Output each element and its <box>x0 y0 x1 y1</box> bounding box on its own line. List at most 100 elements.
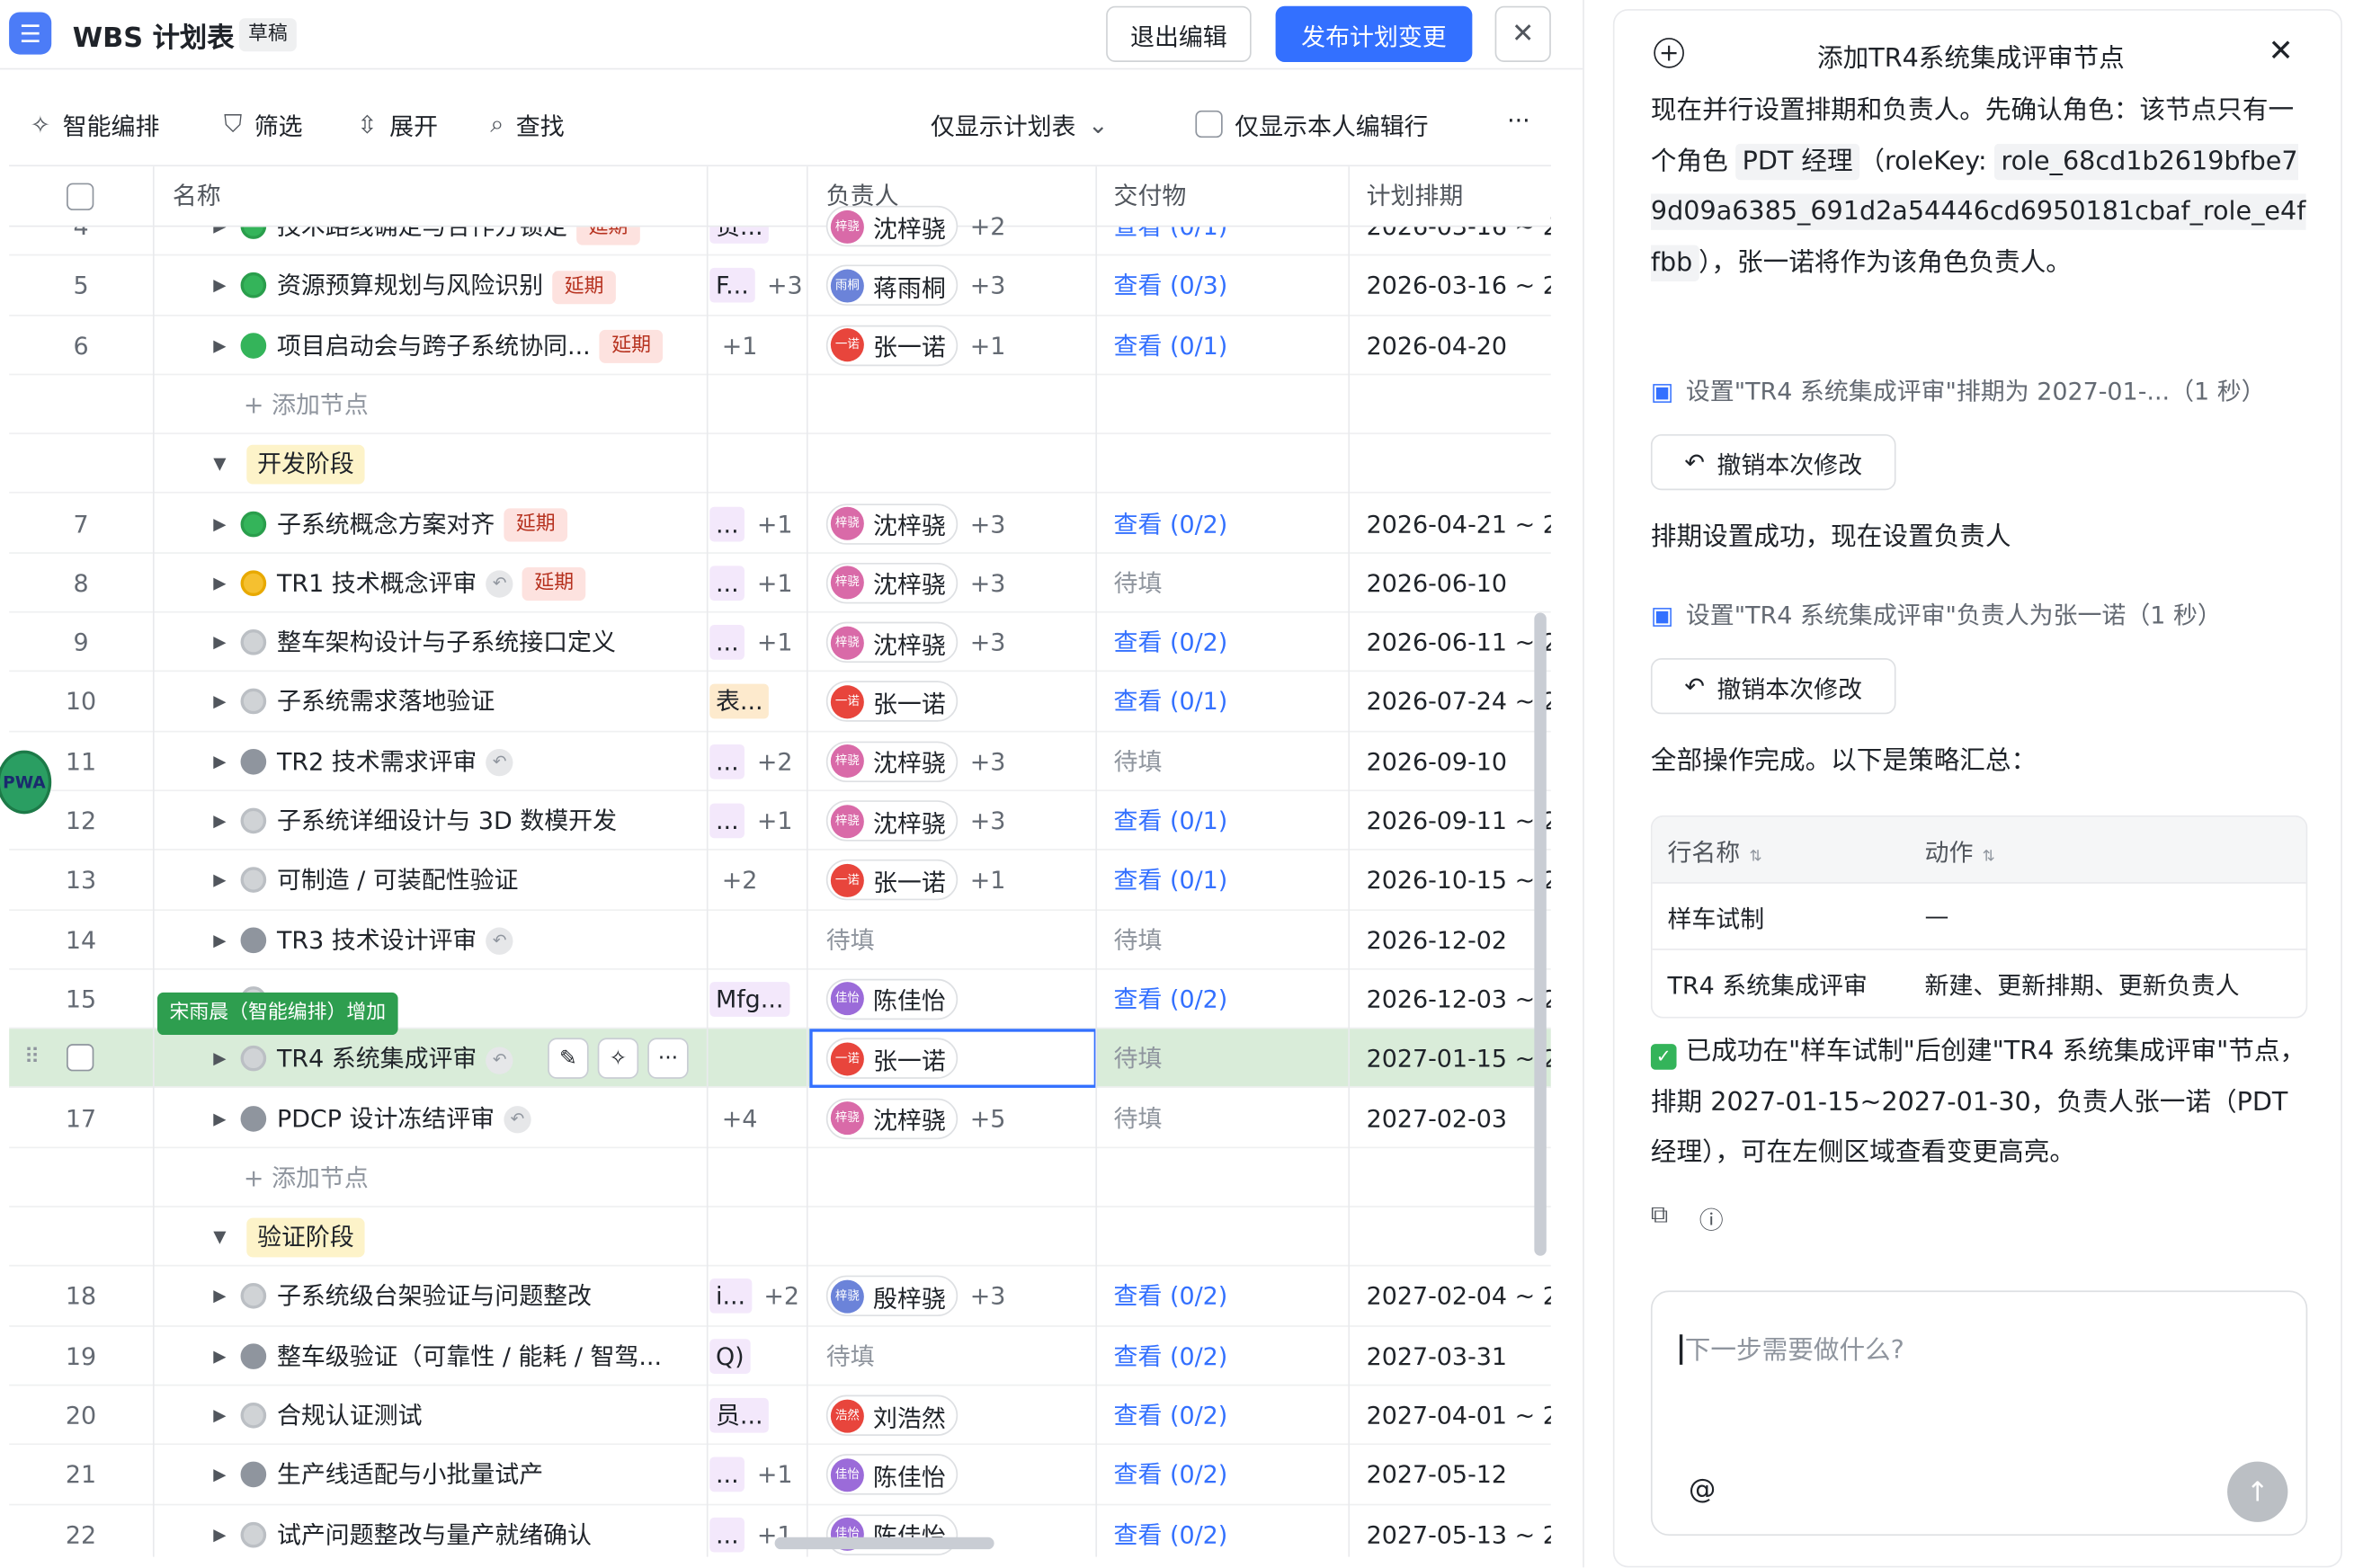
help-icon[interactable]: ⓘ <box>1699 1199 1724 1235</box>
status-dot-icon[interactable] <box>240 1283 267 1310</box>
collapse-icon[interactable]: ▼ <box>213 434 226 494</box>
owner-pill[interactable]: 佳怡陈佳怡 <box>825 978 959 1020</box>
deliverable-cell[interactable]: 查看 (0/2) <box>1114 1505 1228 1557</box>
owner-cell[interactable]: 浩然 刘浩然 <box>825 1394 959 1436</box>
owner-pill[interactable]: 佳怡陈佳怡 <box>825 1454 959 1496</box>
role-cell[interactable]: 表... <box>709 673 770 732</box>
owner-cell[interactable]: 梓骁 沈梓骁 +3 <box>825 562 1005 604</box>
expand-row-icon[interactable]: ▶ <box>213 1089 226 1148</box>
status-dot-icon[interactable] <box>240 1105 267 1131</box>
mention-icon[interactable]: @ <box>1689 1474 1716 1505</box>
summary-col-name[interactable]: 行名称 ⇅ <box>1653 832 1925 868</box>
role-cell[interactable]: +4 <box>709 1089 758 1148</box>
expand-row-icon[interactable]: ▶ <box>213 1029 226 1089</box>
owner-cell[interactable]: 佳怡陈佳怡 <box>825 978 959 1020</box>
role-cell[interactable]: ... +2 <box>709 732 793 791</box>
expand-row-icon[interactable]: ▶ <box>213 1446 226 1505</box>
task-name[interactable]: 生产线适配与小批量试产 <box>277 1446 543 1505</box>
row-checkbox[interactable] <box>67 1044 94 1072</box>
owner-cell[interactable]: 一诺 张一诺 +1 <box>825 325 1005 366</box>
plan-cell[interactable]: 2027-01-15 ~ 2 <box>1367 1029 1551 1089</box>
owner-cell[interactable]: 雨桐 蒋雨桐 +3 <box>825 264 1005 307</box>
collapse-icon[interactable]: ▼ <box>213 1207 226 1267</box>
drag-handle-icon[interactable]: ⠿ <box>24 1029 40 1089</box>
plan-cell[interactable]: 2026-07-24 ~ 2 <box>1367 673 1551 732</box>
only-mine-toggle[interactable]: 仅显示本人编辑行 <box>1195 106 1429 142</box>
role-cell[interactable]: ... +1 <box>709 554 793 613</box>
phase-row[interactable]: ▼ 验证阶段 <box>9 1207 1551 1268</box>
owner-cell[interactable]: 一诺 张一诺 +1 <box>825 860 1005 901</box>
undo-button[interactable]: ↶ 撤销本次修改 <box>1650 658 1896 715</box>
task-name[interactable]: 子系统概念方案对齐 延期 <box>277 494 568 553</box>
owner-cell[interactable]: 一诺 张一诺 <box>825 1038 959 1080</box>
task-name[interactable]: 子系统级台架验证与问题整改 <box>277 1267 592 1326</box>
role-cell[interactable]: ... +1 <box>709 613 793 673</box>
task-name[interactable]: 资源预算规划与风险识别 延期 <box>277 256 616 316</box>
role-cell[interactable]: +2 <box>709 851 758 910</box>
owner-cell[interactable]: 一诺 张一诺 <box>825 681 959 723</box>
more-icon[interactable]: ··· <box>647 1038 689 1080</box>
new-chat-icon[interactable]: + <box>1654 38 1684 68</box>
owner-pill[interactable]: 梓骁 沈梓骁 <box>825 503 959 544</box>
owner-cell[interactable]: 待填 <box>826 919 875 959</box>
role-cell[interactable]: i... +2 <box>709 1267 799 1326</box>
task-name[interactable]: 项目启动会与跨子系统协同... 延期 <box>277 316 664 375</box>
exit-edit-button[interactable]: 退出编辑 <box>1106 5 1252 62</box>
table-row[interactable]: 5 ▶ 资源预算规划与风险识别 延期 F... +3 雨桐 蒋雨桐 +3 查看 (0/3) 2026… <box>9 256 1551 316</box>
phase-row[interactable]: ▼ 开发阶段 <box>9 434 1551 494</box>
plan-cell[interactable]: 2027-02-04 ~ 2 <box>1367 1267 1551 1326</box>
plan-cell[interactable]: 2027-05-13 ~ 2 <box>1367 1505 1551 1557</box>
vertical-scrollbar[interactable] <box>1534 612 1547 1256</box>
expand-row-icon[interactable]: ▶ <box>213 1385 226 1445</box>
expand-row-icon[interactable]: ▶ <box>213 316 226 375</box>
status-dot-icon[interactable] <box>240 629 267 655</box>
task-name[interactable]: 整车架构设计与子系统接口定义 <box>277 613 616 673</box>
col-name[interactable]: 名称 <box>173 166 221 227</box>
close-icon[interactable]: ✕ <box>2269 31 2294 67</box>
status-dot-icon[interactable] <box>240 1342 267 1369</box>
task-name[interactable]: 整车级验证（可靠性 / 能耗 / 智驾... <box>277 1326 662 1385</box>
deliverable-cell[interactable]: 查看 (0/2) <box>1114 1385 1228 1445</box>
summary-col-action[interactable]: 动作 ⇅ <box>1925 832 2306 868</box>
owner-pill[interactable]: 一诺 张一诺 <box>825 1038 959 1080</box>
add-node-button[interactable]: + 添加节点 <box>244 1148 369 1207</box>
table-row[interactable]: 20 ▶ 合规认证测试 员... 浩然 刘浩然 查看 (0/2) 2027-04-01 ~ 2 <box>9 1385 1551 1446</box>
deliverable-cell[interactable]: 查看 (0/2) <box>1114 1326 1228 1385</box>
task-name[interactable]: 子系统需求落地验证 <box>277 673 495 732</box>
expand-row-icon[interactable]: ▶ <box>213 1326 226 1385</box>
owner-pill[interactable]: 浩然 刘浩然 <box>825 1394 959 1436</box>
status-dot-icon[interactable] <box>240 510 267 537</box>
deliverable-cell[interactable]: 待填 <box>1114 1089 1163 1148</box>
add-node-row[interactable]: + 添加节点 <box>9 375 1551 435</box>
role-cell[interactable]: ... +1 <box>709 1446 793 1505</box>
owner-pill[interactable]: 梓骁 殷梓骁 <box>825 1276 959 1317</box>
task-name[interactable]: PDCP 设计冻结评审 ↶ <box>277 1089 531 1148</box>
task-name[interactable]: 试产问题整改与量产就绪确认 <box>277 1505 592 1557</box>
owner-cell[interactable]: 梓骁 沈梓骁 +5 <box>825 1097 1005 1139</box>
table-row[interactable]: 18 ▶ 子系统级台架验证与问题整改 i... +2 梓骁 殷梓骁 +3 查看 (0/2) 202… <box>9 1267 1551 1327</box>
status-dot-icon[interactable] <box>240 1046 267 1072</box>
table-row[interactable]: 8 ▶ TR1 技术概念评审 ↶ 延期... +1 梓骁 沈梓骁 +3 待填 2026-06-10 <box>9 554 1551 613</box>
status-dot-icon[interactable] <box>240 689 267 715</box>
plan-cell[interactable]: 2026-12-02 <box>1367 910 1507 969</box>
status-dot-icon[interactable] <box>240 1462 267 1488</box>
status-dot-icon[interactable] <box>240 748 267 775</box>
plan-cell[interactable]: 2027-02-03 <box>1367 1089 1507 1148</box>
expand-row-icon[interactable]: ▶ <box>213 494 226 553</box>
status-dot-icon[interactable] <box>240 926 267 953</box>
tool-call-schedule[interactable]: ▣ 设置"TR4 系统集成评审"排期为 2027-01-...（1 秒） <box>1651 370 2266 406</box>
table-row[interactable]: 10 ▶ 子系统需求落地验证 表... 一诺 张一诺 查看 (0/1) 2026-07-24 … <box>9 673 1551 732</box>
owner-pill[interactable]: 梓骁 沈梓骁 <box>825 562 959 604</box>
status-dot-icon[interactable] <box>240 332 267 359</box>
expand-row-icon[interactable]: ▶ <box>213 1267 226 1326</box>
status-dot-icon[interactable] <box>240 570 267 596</box>
owner-cell[interactable]: 梓骁 沈梓骁 +3 <box>825 741 1005 782</box>
task-name[interactable]: TR4 系统集成评审 ↶ <box>277 1029 513 1089</box>
expand-button[interactable]: ⇳ 展开 <box>357 106 438 142</box>
role-cell[interactable]: +1 <box>709 316 758 375</box>
deliverable-cell[interactable]: 查看 (0/1) <box>1114 673 1228 732</box>
role-cell[interactable]: ... +1 <box>709 791 793 851</box>
add-node-button[interactable]: + 添加节点 <box>244 375 369 434</box>
owner-cell[interactable]: 待填 <box>826 1335 875 1376</box>
view-select[interactable]: 仅显示计划表 ⌄ <box>931 106 1109 142</box>
